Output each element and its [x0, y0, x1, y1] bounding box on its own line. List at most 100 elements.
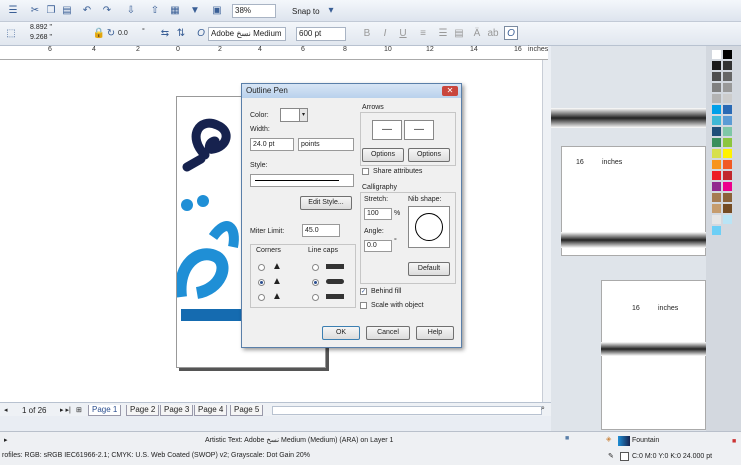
bullets-icon[interactable]: ☰	[436, 27, 450, 41]
color-swatch[interactable]	[723, 127, 732, 136]
cancel-button[interactable]: Cancel	[366, 326, 410, 340]
cut-icon[interactable]: ✂	[28, 4, 42, 18]
page-tab[interactable]: Page 4	[194, 405, 228, 416]
color-palette[interactable]	[706, 46, 741, 431]
horizontal-scrollbar[interactable]	[272, 406, 542, 415]
edit-text-icon[interactable]: ab	[486, 27, 500, 41]
color-swatch[interactable]	[712, 215, 721, 224]
corner-bevel-radio[interactable]	[258, 294, 265, 301]
edit-style-button[interactable]: Edit Style...	[300, 196, 352, 210]
angle-field[interactable]: 0.0	[118, 30, 128, 37]
next-page-icon[interactable]: ▸ ▸|	[60, 406, 71, 414]
color-swatch[interactable]	[712, 72, 721, 81]
color-swatch[interactable]	[723, 61, 732, 70]
first-page-icon[interactable]: ◂	[4, 406, 8, 414]
width-unit-select[interactable]: points	[298, 138, 354, 151]
cap-round-radio[interactable]	[312, 279, 319, 286]
dropcap-icon[interactable]: ▤	[452, 27, 466, 41]
add-page-icon[interactable]: ⊞	[76, 406, 82, 414]
mirror-horizontal-icon[interactable]: ⇆	[158, 27, 172, 41]
color-swatch[interactable]	[712, 50, 721, 59]
page-tab[interactable]: Page 3	[160, 405, 194, 416]
color-swatch[interactable]	[723, 94, 732, 103]
width-combo[interactable]: 24.0 pt	[250, 138, 294, 151]
color-swatch[interactable]	[723, 149, 732, 158]
welcome-icon[interactable]: ▣	[210, 4, 224, 18]
color-swatch[interactable]	[723, 72, 732, 81]
bold-icon[interactable]: B	[360, 27, 374, 41]
underline-icon[interactable]: U	[396, 27, 410, 41]
end-arrow-select[interactable]: —	[404, 120, 434, 140]
style-select[interactable]	[250, 174, 354, 187]
paste-icon[interactable]: ▤	[60, 4, 74, 18]
color-swatch[interactable]	[723, 105, 732, 114]
vertical-scrollbar[interactable]	[542, 60, 551, 402]
color-swatch[interactable]	[712, 193, 721, 202]
italic-icon[interactable]: I	[378, 27, 392, 41]
publish-icon[interactable]: ▦	[168, 4, 182, 18]
color-swatch[interactable]	[723, 215, 732, 224]
corner-miter-radio[interactable]	[258, 264, 265, 271]
share-attributes-checkbox[interactable]	[362, 168, 369, 175]
menu-icon[interactable]: ☰	[6, 4, 20, 18]
color-swatch[interactable]	[712, 105, 721, 114]
x-position-field[interactable]: 8.892 "	[30, 24, 52, 31]
color-swatch[interactable]	[712, 226, 721, 235]
corner-round-radio[interactable]	[258, 279, 265, 286]
export-icon[interactable]: ⇧	[148, 4, 162, 18]
page-tab[interactable]: Page 1	[88, 405, 122, 416]
color-swatch[interactable]	[723, 160, 732, 169]
color-swatch[interactable]	[712, 171, 721, 180]
color-swatch[interactable]	[723, 171, 732, 180]
color-picker[interactable]: ▾	[280, 108, 308, 122]
color-swatch[interactable]	[723, 83, 732, 92]
color-swatch[interactable]	[712, 182, 721, 191]
color-swatch[interactable]	[723, 204, 732, 213]
color-swatch[interactable]	[712, 116, 721, 125]
behind-fill-checkbox[interactable]: ✓	[360, 288, 367, 295]
color-swatch[interactable]	[712, 149, 721, 158]
color-profiles-info[interactable]: rofiles: RGB: sRGB IEC61966-2.1; CMYK: U…	[2, 452, 310, 459]
angle-field[interactable]: 0.0	[364, 240, 392, 252]
color-swatch[interactable]	[712, 94, 721, 103]
arrow-options-button-2[interactable]: Options	[408, 148, 450, 162]
copy-icon[interactable]: ❐	[44, 4, 58, 18]
color-swatch[interactable]	[712, 204, 721, 213]
arrow-options-button-1[interactable]: Options	[362, 148, 404, 162]
font-size-list[interactable]: 600 pt	[296, 27, 346, 41]
stretch-field[interactable]: 100	[364, 208, 392, 220]
y-position-field[interactable]: 9.268 "	[30, 34, 52, 41]
align-icon[interactable]: ≡	[416, 27, 430, 41]
color-swatch[interactable]	[712, 127, 721, 136]
font-list[interactable]: Adobe نسخ Medium	[208, 27, 286, 41]
color-swatch[interactable]	[723, 50, 732, 59]
app-launcher-icon[interactable]: ▼	[188, 4, 202, 18]
color-swatch[interactable]	[712, 160, 721, 169]
color-swatch[interactable]	[723, 182, 732, 191]
miter-limit-field[interactable]: 45.0	[302, 224, 340, 237]
text-properties-icon[interactable]: Ä	[470, 27, 484, 41]
page-tab[interactable]: Page 2	[126, 405, 160, 416]
nib-shape-preview[interactable]	[408, 206, 450, 248]
color-swatch[interactable]	[712, 138, 721, 147]
start-arrow-select[interactable]: —	[372, 120, 402, 140]
cap-butt-radio[interactable]	[312, 264, 319, 271]
color-swatch[interactable]	[712, 61, 721, 70]
close-button[interactable]: ✕	[442, 86, 458, 96]
zoom-select[interactable]: 38%	[232, 4, 276, 18]
color-swatch[interactable]	[723, 116, 732, 125]
help-button[interactable]: Help	[416, 326, 454, 340]
color-swatch[interactable]	[723, 138, 732, 147]
snap-dropdown-icon[interactable]: ▾	[324, 4, 338, 18]
font-orientation-icon[interactable]: O	[504, 26, 518, 40]
redo-icon[interactable]: ↷	[100, 4, 114, 18]
page-tab[interactable]: Page 5	[230, 405, 264, 416]
mirror-vertical-icon[interactable]: ⇅	[174, 27, 188, 41]
cap-square-radio[interactable]	[312, 294, 319, 301]
snap-to-menu[interactable]: Snap to	[292, 7, 320, 16]
zoom-navigator-icon[interactable]: ⌕	[541, 405, 545, 413]
import-icon[interactable]: ⇩	[124, 4, 138, 18]
scale-with-object-checkbox[interactable]	[360, 302, 367, 309]
color-swatch[interactable]	[712, 83, 721, 92]
undo-icon[interactable]: ↶	[80, 4, 94, 18]
